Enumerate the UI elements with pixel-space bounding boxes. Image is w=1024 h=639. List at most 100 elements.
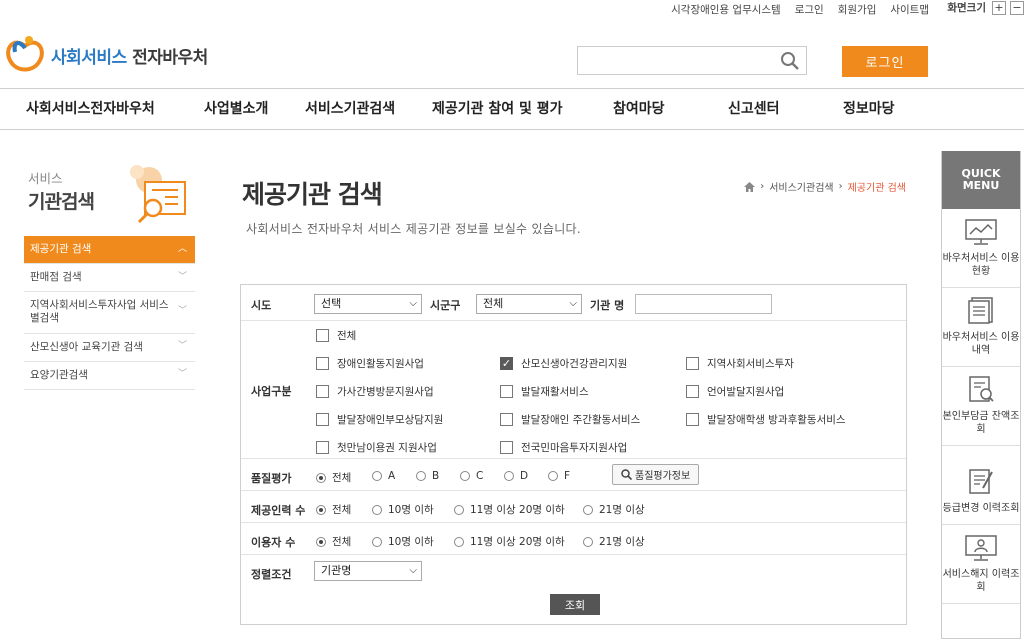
nav-item-report[interactable]: 신고센터	[728, 89, 780, 129]
sidebar-item-care-facility[interactable]: 요양기관검색 ﹀	[24, 362, 195, 390]
staff-radio-over21[interactable]: 21명 이상	[583, 502, 645, 517]
radio[interactable]	[454, 504, 464, 515]
radio[interactable]	[548, 471, 558, 481]
biz-checkbox-all[interactable]: 전체	[316, 328, 356, 343]
nav-item-info[interactable]: 정보마당	[843, 89, 895, 129]
submit-button[interactable]: 조회	[550, 594, 600, 615]
document-list-icon	[968, 297, 993, 324]
radio[interactable]	[460, 471, 470, 481]
sido-select[interactable]: 선택 ⌵	[314, 294, 422, 314]
util-link-login[interactable]: 로그인	[795, 2, 824, 17]
quality-radio-a[interactable]: A	[372, 470, 395, 482]
radio[interactable]	[416, 471, 426, 481]
staff-radio-all[interactable]: 전체	[316, 502, 351, 517]
sidebar-item-community-service[interactable]: 지역사회서비스투자사업 서비스별검색 ﹀	[24, 292, 195, 334]
biz-checkbox-first-meeting[interactable]: 첫만남이용권 지원사업	[316, 440, 437, 455]
checkbox-checked[interactable]: ✓	[500, 357, 513, 370]
nav-item-voucher[interactable]: 사회서비스전자바우처	[26, 89, 155, 129]
radio[interactable]	[372, 504, 382, 515]
sidebar-title-big: 기관검색	[28, 191, 95, 213]
biz-checkbox-parent-counsel[interactable]: 발달장애인부모상담지원	[316, 412, 443, 427]
radio-selected[interactable]	[316, 504, 326, 515]
radio-selected[interactable]	[316, 536, 326, 547]
radio[interactable]	[454, 536, 464, 547]
site-logo[interactable]: 사회서비스 전자바우처	[5, 32, 208, 78]
region-row: 시도 선택 ⌵ 시군구 전체 ⌵ 기관 명	[241, 285, 906, 321]
nav-item-provider[interactable]: 제공기관 참여 및 평가	[432, 89, 563, 129]
users-radio-11to20[interactable]: 11명 이상 20명 이하	[454, 534, 565, 549]
sidebar-item-provider-search[interactable]: 제공기관 검색 ︿	[24, 236, 195, 265]
quick-item-usage-status[interactable]: 바우처서비스 이용현황	[942, 209, 1020, 288]
breadcrumb-item[interactable]: 서비스기관검색	[769, 179, 833, 194]
checkbox-label: 첫만남이용권 지원사업	[337, 442, 437, 454]
radio[interactable]	[372, 536, 382, 547]
quick-item-usage-history[interactable]: 바우처서비스 이용내역	[942, 288, 1020, 367]
search-icon[interactable]	[780, 51, 800, 71]
checkbox[interactable]	[686, 413, 699, 426]
checkbox[interactable]	[686, 385, 699, 398]
nav-item-community[interactable]: 참여마당	[613, 89, 665, 129]
radio[interactable]	[583, 536, 593, 547]
nav-item-business[interactable]: 사업별소개	[204, 89, 268, 129]
checkbox[interactable]	[316, 413, 329, 426]
users-radio-all[interactable]: 전체	[316, 534, 351, 549]
quick-item-balance[interactable]: 본인부담금 잔액조회	[942, 367, 1020, 446]
checkbox[interactable]	[316, 441, 329, 454]
biz-checkbox-afterschool[interactable]: 발달장애학생 방과후활동서비스	[686, 412, 846, 427]
quality-radio-c[interactable]: C	[460, 470, 483, 482]
sidebar-item-maternity-edu[interactable]: 산모신생아 교육기관 검색 ﹀	[24, 334, 195, 362]
sort-select[interactable]: 기관명 ⌵	[314, 561, 422, 581]
staff-radio-11to20[interactable]: 11명 이상 20명 이하	[454, 502, 565, 517]
biz-checkbox-community[interactable]: 지역사회서비스투자	[686, 356, 794, 371]
util-link-join[interactable]: 회원가입	[838, 2, 877, 17]
utility-bar: 시각장애인용 업무시스템 로그인 회원가입 사이트맵 화면크기 + −	[671, 0, 1024, 18]
nav-item-org-search[interactable]: 서비스기관검색	[305, 89, 395, 129]
checkbox[interactable]	[316, 357, 329, 370]
radio[interactable]	[504, 471, 514, 481]
sidebar-item-store-search[interactable]: 판매점 검색 ﹀	[24, 264, 195, 293]
biz-checkbox-language[interactable]: 언어발달지원사업	[686, 384, 784, 399]
home-icon[interactable]	[744, 181, 756, 192]
checkbox-label: 전국민마음투자지원사업	[521, 442, 628, 454]
login-button[interactable]: 로그인	[842, 46, 928, 77]
checkbox[interactable]	[316, 385, 329, 398]
radio-selected[interactable]	[316, 472, 326, 483]
font-size-control: 화면크기 + −	[947, 0, 1024, 15]
search-input[interactable]	[578, 47, 768, 74]
quality-radio-b[interactable]: B	[416, 470, 439, 482]
checkbox[interactable]	[500, 385, 513, 398]
users-radio-under10[interactable]: 10명 이하	[372, 534, 434, 549]
radio-label: 21명 이상	[599, 504, 645, 516]
breadcrumb: › 서비스기관검색 › 제공기관 검색	[744, 179, 906, 194]
font-size-decrease-button[interactable]: −	[1010, 0, 1024, 15]
radio[interactable]	[372, 471, 382, 481]
biz-checkbox-rehab[interactable]: 발달재활서비스	[500, 384, 589, 399]
biz-checkbox-maternity[interactable]: ✓ 산모신생아건강관리지원	[500, 356, 627, 371]
sigungu-select[interactable]: 전체 ⌵	[476, 294, 582, 314]
org-name-input[interactable]	[635, 294, 772, 314]
chevron-down-icon: ﹀	[177, 369, 187, 380]
checkbox[interactable]	[500, 441, 513, 454]
checkbox[interactable]	[316, 329, 329, 342]
staff-radio-under10[interactable]: 10명 이하	[372, 502, 434, 517]
quality-radio-d[interactable]: D	[504, 470, 528, 482]
quality-info-button[interactable]: 품질평가정보	[612, 464, 700, 485]
breadcrumb-current: 제공기관 검색	[847, 183, 906, 194]
biz-checkbox-disability-activity[interactable]: 장애인활동지원사업	[316, 356, 424, 371]
biz-checkbox-mental-health[interactable]: 전국민마음투자지원사업	[500, 440, 627, 455]
biz-checkbox-day-activity[interactable]: 발달장애인 주간활동서비스	[500, 412, 640, 427]
checkbox[interactable]	[686, 357, 699, 370]
biz-checkbox-home-care[interactable]: 가사간병방문지원사업	[316, 384, 434, 399]
quality-radio-f[interactable]: F	[548, 470, 570, 482]
quick-item-termination[interactable]: 서비스해지 이력조회	[942, 525, 1020, 604]
quality-radio-all[interactable]: 전체	[316, 470, 351, 485]
font-size-increase-button[interactable]: +	[992, 0, 1006, 15]
sidebar-item-label: 산모신생아 교육기관 검색	[30, 340, 143, 353]
radio[interactable]	[583, 504, 593, 515]
quick-item-label: 본인부담금 잔액조회	[942, 411, 1020, 435]
checkbox[interactable]	[500, 413, 513, 426]
util-link-sitemap[interactable]: 사이트맵	[890, 2, 929, 17]
users-radio-over21[interactable]: 21명 이상	[583, 534, 645, 549]
quick-item-grade-change[interactable]: 등급변경 이력조회	[942, 446, 1020, 525]
util-link-accessibility[interactable]: 시각장애인용 업무시스템	[671, 2, 781, 17]
